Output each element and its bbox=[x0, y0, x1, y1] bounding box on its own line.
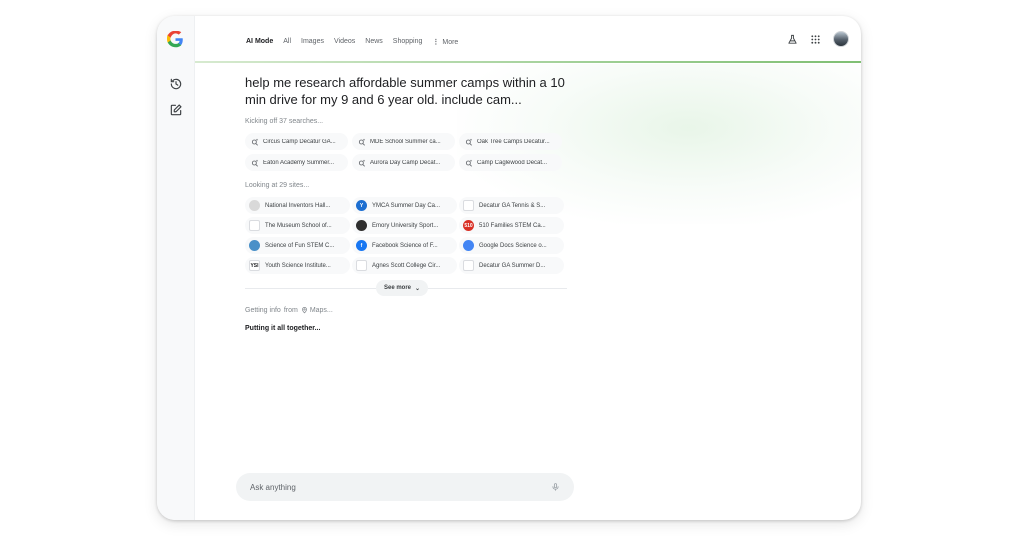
top-right-actions bbox=[787, 31, 849, 47]
search-chip[interactable]: Aurora Day Camp Decat... bbox=[352, 154, 455, 171]
chevron-down-icon: ⌄ bbox=[415, 285, 421, 292]
tab-shopping[interactable]: Shopping bbox=[393, 38, 423, 46]
tab-more[interactable]: ⋮ More bbox=[432, 38, 458, 46]
site-chip-label: Youth Science Institute... bbox=[265, 262, 331, 269]
site-chip[interactable]: Y YMCA Summer Day Ca... bbox=[352, 197, 457, 214]
facebook-favicon: f bbox=[356, 240, 367, 251]
site-chip-label: National Inventors Hall... bbox=[265, 202, 331, 209]
site-source-chips: National Inventors Hall... Y YMCA Summer D… bbox=[245, 197, 567, 274]
new-chat-icon[interactable] bbox=[169, 103, 183, 117]
tab-ai-mode[interactable]: AI Mode bbox=[246, 38, 273, 46]
museum-school-favicon bbox=[249, 220, 260, 231]
see-more-label: See more bbox=[384, 285, 412, 291]
search-chip[interactable]: Circus Camp Decatur GA... bbox=[245, 133, 348, 150]
site-chip[interactable]: 510 510 Families STEM Ca... bbox=[459, 217, 564, 234]
site-chip[interactable]: Science of Fun STEM C... bbox=[245, 237, 350, 254]
site-chip-label: 510 Families STEM Ca... bbox=[479, 222, 546, 229]
ask-input[interactable] bbox=[250, 482, 551, 492]
getting-info-status: Getting info from Maps... bbox=[245, 306, 567, 314]
search-sparkle-icon bbox=[465, 138, 473, 146]
labs-flask-icon[interactable] bbox=[787, 34, 798, 45]
site-chip-label: YMCA Summer Day Ca... bbox=[372, 202, 441, 209]
search-sparkle-icon bbox=[251, 138, 259, 146]
search-query-chips: Circus Camp Decatur GA... MDE School Summ… bbox=[245, 133, 567, 171]
site-chip-label: Decatur GA Tennis & S... bbox=[479, 202, 546, 209]
map-pin-icon bbox=[301, 307, 307, 314]
site-chip[interactable]: f Facebook Science of F... bbox=[352, 237, 457, 254]
more-vertical-icon: ⋮ bbox=[432, 39, 440, 46]
site-chip-label: Agnes Scott College Cir... bbox=[372, 262, 441, 269]
510-families-favicon: 510 bbox=[463, 220, 474, 231]
tab-news[interactable]: News bbox=[365, 38, 383, 46]
site-chip-label: Facebook Science of F... bbox=[372, 242, 438, 249]
decatur-favicon bbox=[463, 260, 474, 271]
site-chip-label: Emory University Sport... bbox=[372, 222, 439, 229]
search-status: Kicking off 37 searches... bbox=[245, 118, 324, 125]
history-icon[interactable] bbox=[169, 77, 183, 91]
emory-favicon bbox=[356, 220, 367, 231]
top-bar: AI Mode All Images Videos News Shopping … bbox=[195, 16, 861, 62]
see-more-button[interactable]: See more ⌄ bbox=[376, 280, 429, 296]
search-chip-label: Camp Caglewood Decat... bbox=[477, 159, 548, 166]
site-chip-label: The Museum School of... bbox=[265, 222, 332, 229]
info-source: Maps... bbox=[309, 306, 333, 314]
user-query: help me research affordable summer camps… bbox=[245, 75, 565, 107]
search-chip-label: Aurora Day Camp Decat... bbox=[370, 159, 441, 166]
search-chip[interactable]: MDE School Summer ca... bbox=[352, 133, 455, 150]
see-more-row: See more ⌄ bbox=[245, 280, 567, 296]
search-sparkle-icon bbox=[251, 159, 259, 167]
site-chip[interactable]: YSI Youth Science Institute... bbox=[245, 257, 350, 274]
browser-frame: AI Mode All Images Videos News Shopping … bbox=[157, 16, 861, 520]
site-chip[interactable]: The Museum School of... bbox=[245, 217, 350, 234]
decatur-favicon bbox=[463, 200, 474, 211]
ymca-favicon: Y bbox=[356, 200, 367, 211]
search-chip[interactable]: Eaton Academy Summer... bbox=[245, 154, 348, 171]
ask-box bbox=[236, 473, 574, 501]
ai-progress-line bbox=[195, 61, 861, 63]
apps-grid-icon[interactable] bbox=[810, 34, 821, 45]
account-avatar[interactable] bbox=[833, 31, 849, 47]
site-chip[interactable]: Google Docs Science o... bbox=[459, 237, 564, 254]
agnes-scott-favicon bbox=[356, 260, 367, 271]
search-sparkle-icon bbox=[465, 159, 473, 167]
site-chip[interactable]: Emory University Sport... bbox=[352, 217, 457, 234]
info-from: from bbox=[283, 306, 298, 314]
tab-more-label: More bbox=[442, 39, 459, 46]
site-chip[interactable]: Agnes Scott College Cir... bbox=[352, 257, 457, 274]
search-chip-label: MDE School Summer ca... bbox=[370, 138, 441, 145]
science-of-fun-favicon bbox=[249, 240, 260, 251]
site-chip-label: Decatur GA Summer D... bbox=[479, 262, 546, 269]
microphone-icon[interactable] bbox=[551, 482, 560, 492]
site-chip[interactable]: Decatur GA Tennis & S... bbox=[459, 197, 564, 214]
site-chip-label: Google Docs Science o... bbox=[479, 242, 547, 249]
putting-together-status: Putting it all together... bbox=[245, 325, 321, 332]
ai-response: help me research affordable summer camps… bbox=[245, 74, 567, 332]
info-prefix: Getting info bbox=[245, 306, 281, 314]
search-chip[interactable]: Camp Caglewood Decat... bbox=[459, 154, 562, 171]
site-chip-label: Science of Fun STEM C... bbox=[265, 242, 335, 249]
sites-status: Looking at 29 sites... bbox=[245, 182, 310, 189]
tab-videos[interactable]: Videos bbox=[334, 38, 355, 46]
left-rail bbox=[157, 16, 195, 520]
tab-all[interactable]: All bbox=[283, 38, 291, 46]
ysi-favicon: YSI bbox=[249, 260, 260, 271]
search-sparkle-icon bbox=[358, 138, 366, 146]
site-chip[interactable]: Decatur GA Summer D... bbox=[459, 257, 564, 274]
site-chip[interactable]: National Inventors Hall... bbox=[245, 197, 350, 214]
inventors-hall-favicon bbox=[249, 200, 260, 211]
search-chip-label: Oak Tree Camps Decatur... bbox=[477, 138, 550, 145]
search-chip-label: Eaton Academy Summer... bbox=[263, 159, 335, 166]
search-chip-label: Circus Camp Decatur GA... bbox=[263, 138, 336, 145]
tab-images[interactable]: Images bbox=[301, 38, 324, 46]
search-tabs: AI Mode All Images Videos News Shopping … bbox=[246, 38, 468, 46]
google-docs-favicon bbox=[463, 240, 474, 251]
google-logo-icon[interactable] bbox=[167, 31, 184, 48]
search-chip[interactable]: Oak Tree Camps Decatur... bbox=[459, 133, 562, 150]
search-sparkle-icon bbox=[358, 159, 366, 167]
